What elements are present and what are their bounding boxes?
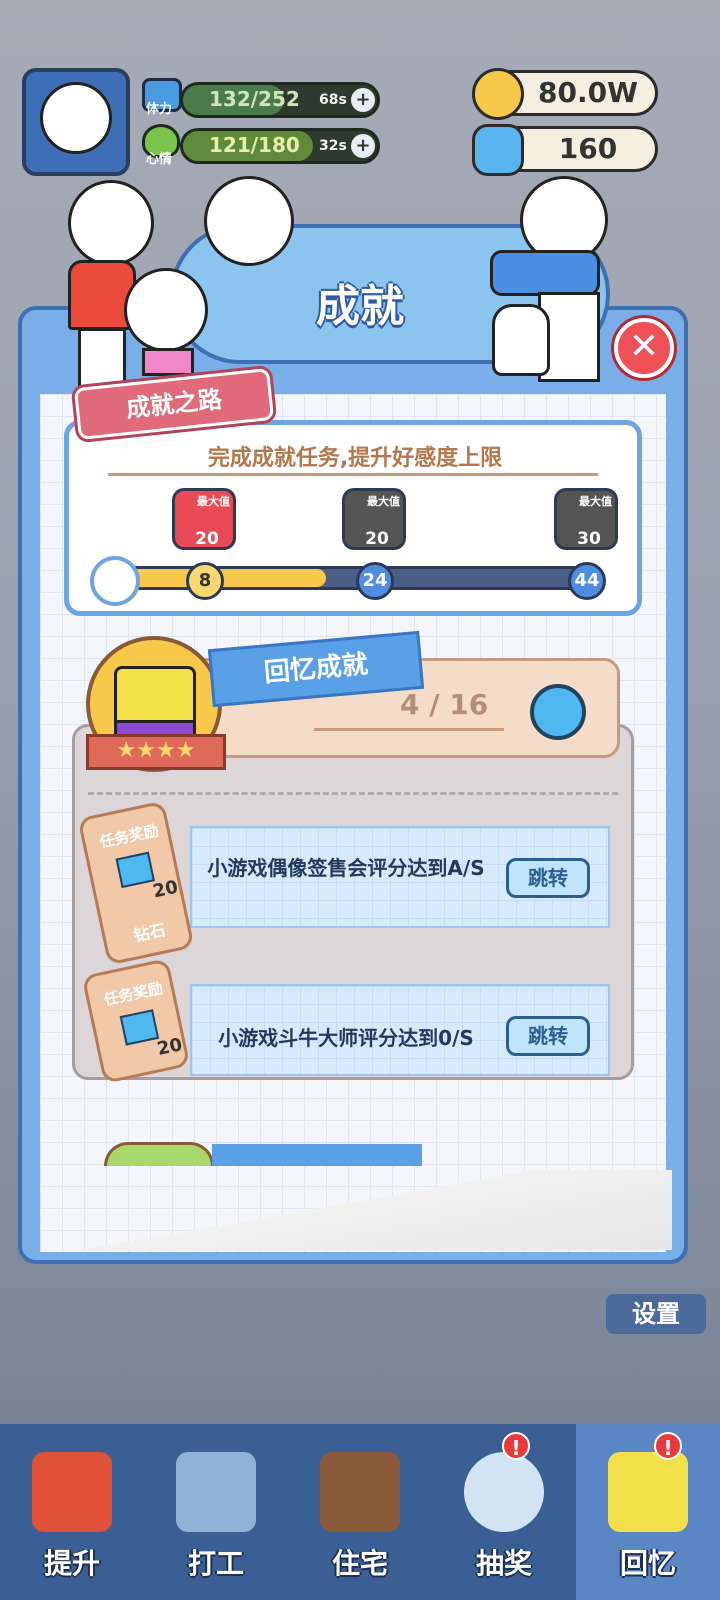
memory-progress-line [314, 728, 504, 731]
stamina-timer: 68s [319, 92, 347, 108]
nav-work[interactable]: 打工 [144, 1424, 288, 1600]
road-node-2: 24 [356, 562, 394, 600]
achievement-progress-fill [123, 569, 326, 587]
nav-home[interactable]: 住宅 [288, 1424, 432, 1600]
mood-timer: 32s [319, 138, 347, 154]
book-icon [32, 1452, 112, 1532]
gacha-machine-icon [464, 1452, 544, 1532]
nav-home-label: 住宅 [331, 1547, 388, 1580]
road-reward-3-tag: 最大值 [579, 495, 612, 508]
nav-lottery-alert-badge: ! [502, 1432, 530, 1460]
road-reward-3[interactable]: 最大值 30 [554, 488, 618, 550]
character-pink [120, 268, 220, 388]
gold-amount: 80.0W [538, 76, 638, 109]
memory-progress: 4 / 16 [400, 688, 489, 721]
road-reward-2-value: 20 [365, 529, 389, 549]
stamina-bar: 132/252 68s + [180, 82, 380, 118]
stamina-label: 体力 [146, 102, 173, 117]
house-icon [320, 1452, 400, 1532]
next-badge-peek [104, 1142, 214, 1166]
road-start-avatar-icon [90, 556, 140, 606]
task-2-diamond-icon [119, 1009, 160, 1046]
nav-memory[interactable]: 回忆 [576, 1424, 720, 1600]
close-button[interactable]: ✕ [614, 318, 674, 378]
nav-upgrade-label: 提升 [43, 1547, 100, 1580]
stamina-add-button[interactable]: + [351, 88, 375, 112]
next-ribbon-peek [212, 1144, 422, 1166]
gold-coin-icon [472, 68, 524, 120]
mood-value: 121/180 [209, 133, 300, 157]
task-1-jump-button[interactable]: 跳转 [506, 858, 590, 898]
cat-icon [492, 304, 550, 376]
road-reward-2-tag: 最大值 [367, 495, 400, 508]
achievement-road-subtitle: 完成成就任务,提升好感度上限 [207, 446, 503, 471]
task-2-reward-amount: 20 [155, 1034, 185, 1060]
ticket-dash-divider [88, 792, 618, 795]
settings-button[interactable]: 设置 [606, 1294, 706, 1334]
road-reward-1[interactable]: 最大值 20 [172, 488, 236, 550]
task-2-reward-title: 任务奖励 [102, 978, 165, 1010]
road-node-1: 8 [186, 562, 224, 600]
camera-nav-icon [608, 1452, 688, 1532]
paper-curl [40, 1170, 672, 1250]
diamond-icon [472, 124, 524, 176]
task-1-reward-type: 钻石 [132, 920, 168, 946]
panel-title: 成就 [316, 281, 404, 332]
blue-gem-icon [530, 684, 586, 740]
avatar-face-icon [40, 82, 112, 154]
mood-bar: 121/180 32s + [180, 128, 380, 164]
work-screen-icon [176, 1452, 256, 1532]
nav-upgrade[interactable]: 提升 [0, 1424, 144, 1600]
task-1-diamond-icon [115, 851, 156, 889]
nav-memory-label: 回忆 [619, 1547, 676, 1580]
road-reward-2[interactable]: 最大值 20 [342, 488, 406, 550]
task-1-reward-title: 任务奖励 [97, 821, 161, 852]
nav-memory-alert-badge: ! [654, 1432, 682, 1460]
nav-lottery-label: 抽奖 [475, 1547, 532, 1580]
task-2-jump-button[interactable]: 跳转 [506, 1016, 590, 1056]
task-2-text: 小游戏斗牛大师评分达到0/S [218, 1026, 474, 1050]
stamina-value: 132/252 [209, 87, 300, 111]
mood-add-button[interactable]: + [351, 134, 375, 158]
character-back [204, 176, 304, 266]
subtitle-divider [108, 473, 598, 476]
road-node-3: 44 [568, 562, 606, 600]
task-1-text: 小游戏偶像签售会评分达到A/S [207, 856, 485, 880]
mood-label: 心情 [146, 152, 173, 167]
road-reward-1-tag: 最大值 [197, 495, 230, 508]
task-1-reward-amount: 20 [151, 876, 180, 903]
nav-work-label: 打工 [187, 1547, 244, 1580]
diamond-amount: 160 [558, 132, 618, 165]
road-reward-1-value: 20 [195, 529, 219, 549]
player-avatar[interactable] [22, 68, 130, 176]
road-reward-3-value: 30 [577, 529, 601, 549]
memory-stars: ★★★★ [86, 734, 226, 770]
